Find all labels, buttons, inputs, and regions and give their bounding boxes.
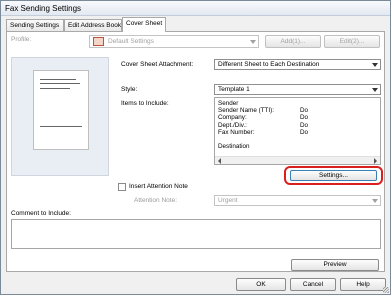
cover-sheet-attachment-label: Cover Sheet Attachment: [121, 61, 194, 68]
list-item: Destination [218, 143, 368, 150]
preview-line [40, 126, 82, 127]
item-name: Dept./Div.: [218, 121, 247, 129]
items-to-include-label: Items to Include: [121, 100, 169, 107]
scroll-right-icon[interactable] [374, 158, 377, 164]
preview-button[interactable]: Preview [291, 259, 379, 271]
list-item [218, 136, 368, 143]
settings-button[interactable]: Settings... [290, 170, 377, 181]
comment-label: Comment to Include: [11, 210, 71, 217]
cover-sheet-attachment-select[interactable]: Different Sheet to Each Destination [214, 59, 381, 70]
preview-line [40, 79, 76, 80]
profile-icon [93, 37, 104, 46]
edit-profile-button[interactable]: Edit(2)... [324, 35, 380, 48]
preview-line [40, 88, 70, 89]
profile-label: Profile: [11, 36, 32, 43]
chevron-down-icon [372, 199, 378, 203]
add-profile-button[interactable]: Add(1)... [265, 35, 321, 48]
item-value: Do [300, 121, 309, 129]
chevron-down-icon [372, 63, 378, 67]
list-item: Sender Name (TTI): Do [218, 107, 368, 114]
resize-grip-icon[interactable] [383, 287, 389, 293]
tab-edit-address-book[interactable]: Edit Address Book [64, 19, 122, 31]
list-item: Sender [218, 100, 368, 107]
list-item: Fax Number: Do [218, 129, 368, 136]
list-item: Dept./Div.: Do [218, 122, 368, 129]
style-value: Template 1 [218, 86, 250, 93]
chevron-down-icon [250, 40, 256, 44]
tab-cover-sheet[interactable]: Cover Sheet [122, 17, 166, 32]
title-bar: Fax Sending Settings [1, 1, 390, 16]
help-button[interactable]: Help [340, 278, 386, 291]
profile-value: Default Settings [108, 38, 154, 45]
item-name: Sender Name (TTI): [218, 107, 274, 115]
item-name: Company: [218, 114, 247, 122]
list-item: Company: Do [218, 114, 368, 121]
item-name: Destination [218, 143, 250, 151]
style-select[interactable]: Template 1 [214, 84, 381, 95]
attention-note-value: Urgent [218, 197, 238, 204]
style-label: Style: [121, 86, 138, 93]
attention-note-label: Attention Note: [134, 197, 177, 204]
item-value: Do [300, 114, 309, 122]
preview-line [40, 83, 80, 84]
tab-sending-settings[interactable]: Sending Settings [6, 19, 64, 31]
cancel-button[interactable]: Cancel [290, 278, 336, 291]
cover-sheet-preview [11, 57, 109, 176]
comment-textarea[interactable] [11, 219, 381, 249]
chevron-down-icon [372, 88, 378, 92]
item-value: Do [300, 107, 309, 115]
cover-sheet-attachment-value: Different Sheet to Each Destination [218, 61, 320, 68]
ok-button[interactable]: OK [236, 278, 286, 291]
scroll-left-icon[interactable] [218, 158, 221, 164]
profile-select[interactable]: Default Settings [89, 35, 259, 48]
window-title: Fax Sending Settings [5, 4, 82, 13]
attention-note-select[interactable]: Urgent [214, 195, 381, 206]
insert-attention-note-label: Insert Attention Note [129, 183, 188, 190]
item-name: Fax Number: [218, 128, 255, 136]
dialog-window: Fax Sending Settings Sending Settings Ed… [0, 0, 391, 295]
items-to-include-list[interactable]: Sender Sender Name (TTI): Do Company: Do D… [214, 97, 381, 165]
horizontal-scrollbar[interactable] [215, 156, 380, 164]
item-value: Do [300, 128, 309, 136]
preview-page [33, 70, 89, 150]
insert-attention-note-checkbox[interactable] [118, 183, 126, 191]
item-name: Sender [218, 100, 239, 107]
